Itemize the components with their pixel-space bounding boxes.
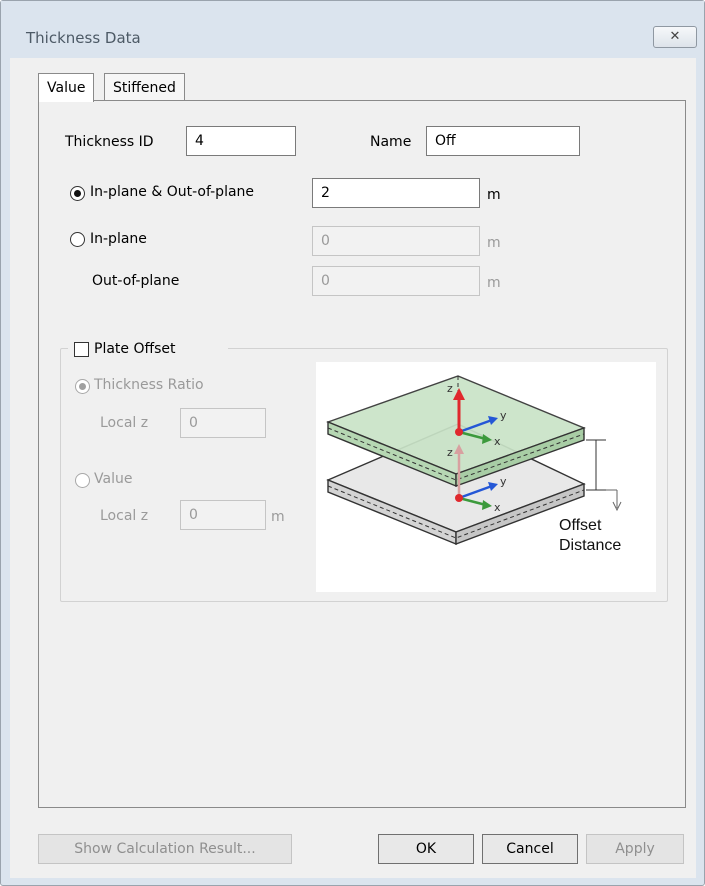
inplane-outplane-input[interactable]: 2: [312, 178, 480, 208]
radio-inplane-outplane[interactable]: [70, 186, 85, 201]
tab-value[interactable]: Value: [38, 73, 95, 102]
bottom-y-label: y: [500, 475, 507, 488]
cancel-button[interactable]: Cancel: [482, 834, 578, 864]
plate-offset-checkbox[interactable]: [74, 342, 89, 357]
inplane-label: In-plane: [90, 231, 147, 247]
bottom-z-label: z: [447, 446, 453, 459]
window-title: Thickness Data: [26, 29, 141, 47]
ratio-local-z-value: 0: [189, 415, 198, 431]
inplane-unit: m: [487, 235, 501, 251]
outplane-value: 0: [321, 273, 330, 289]
apply-button[interactable]: Apply: [586, 834, 684, 864]
outplane-label: Out-of-plane: [92, 273, 180, 289]
offset-label-line2: Distance: [559, 537, 621, 554]
value-local-z-value: 0: [189, 507, 198, 523]
show-calculation-result-button[interactable]: Show Calculation Result...: [38, 834, 292, 864]
inplane-outplane-unit: m: [487, 187, 501, 203]
tab-value-label: Value: [47, 80, 86, 96]
top-z-label: z: [447, 382, 453, 395]
plate-offset-illustration: z y x z y x Offset Distance: [326, 375, 622, 554]
plate-offset-diagram: z y x z y x Offset Distance: [316, 362, 656, 592]
ratio-local-z-input[interactable]: 0: [180, 408, 266, 438]
value-local-z-input[interactable]: 0: [180, 500, 266, 530]
offset-dimension: [586, 439, 622, 512]
outplane-unit: m: [487, 275, 501, 291]
name-value: Off: [435, 133, 456, 149]
thickness-id-input[interactable]: 4: [186, 126, 296, 156]
radio-thickness-ratio[interactable]: [75, 379, 90, 394]
thickness-id-label: Thickness ID: [65, 134, 154, 150]
top-x-label: x: [494, 435, 501, 448]
name-input[interactable]: Off: [426, 126, 580, 156]
name-label: Name: [370, 134, 412, 150]
plate-offset-label: Plate Offset: [94, 341, 176, 357]
bottom-x-label: x: [494, 501, 501, 514]
outplane-input[interactable]: 0: [312, 266, 480, 296]
tab-stiffened-label: Stiffened: [113, 80, 176, 96]
inplane-outplane-label: In-plane & Out-of-plane: [90, 184, 255, 200]
thickness-id-value: 4: [195, 133, 204, 149]
value-local-z-unit: m: [271, 509, 285, 525]
inplane-outplane-value: 2: [321, 185, 330, 201]
radio-offset-value[interactable]: [75, 473, 90, 488]
close-button[interactable]: ✕: [653, 26, 697, 48]
close-icon: ✕: [669, 29, 681, 44]
offset-label-line1: Offset: [559, 517, 602, 534]
tab-stiffened[interactable]: Stiffened: [104, 73, 185, 102]
radio-inplane[interactable]: [70, 232, 85, 247]
title-bar: Thickness Data ✕: [1, 1, 704, 48]
ok-button[interactable]: OK: [378, 834, 474, 864]
thickness-ratio-label: Thickness Ratio: [94, 377, 204, 393]
value-local-z-label: Local z: [100, 508, 149, 524]
inplane-input[interactable]: 0: [312, 226, 480, 256]
inplane-value: 0: [321, 233, 330, 249]
ratio-local-z-label: Local z: [100, 415, 149, 431]
offset-value-label: Value: [94, 471, 133, 487]
top-y-label: y: [500, 409, 507, 422]
